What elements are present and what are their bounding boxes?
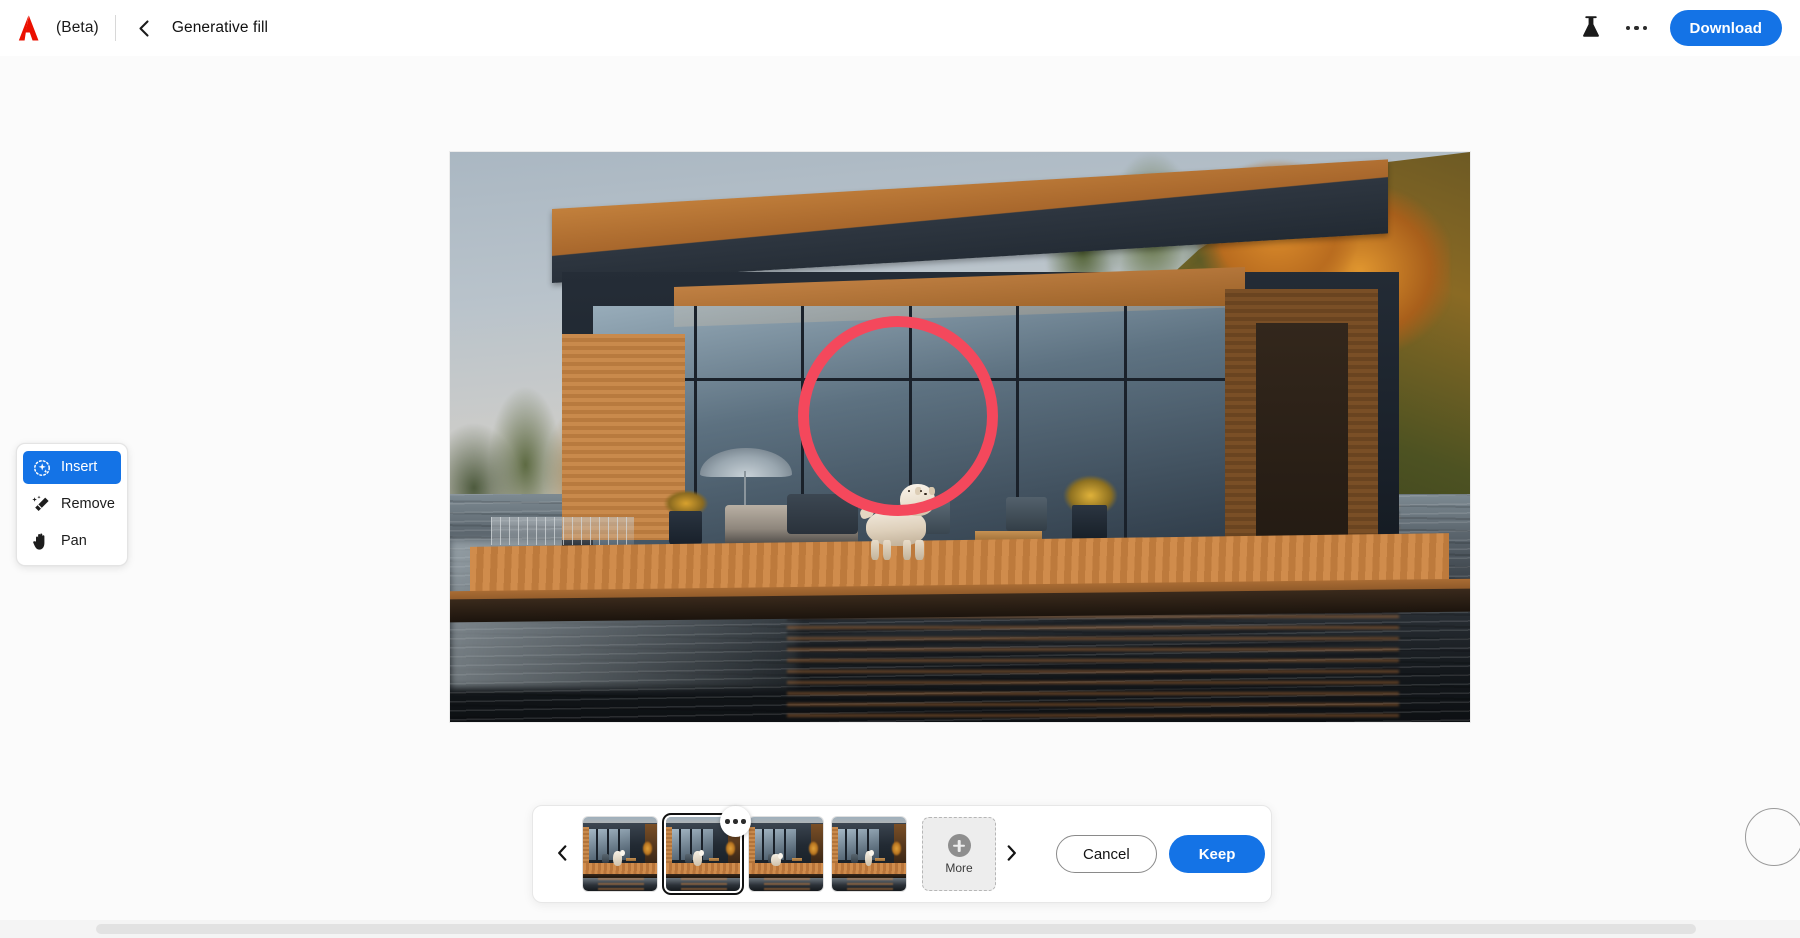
beaker-button[interactable] bbox=[1572, 9, 1610, 47]
tool-remove[interactable]: Remove bbox=[23, 488, 121, 521]
selection-brush-ring bbox=[798, 316, 998, 516]
tool-insert-label: Insert bbox=[61, 459, 98, 476]
variation-thumb-1[interactable] bbox=[583, 817, 657, 891]
keep-button[interactable]: Keep bbox=[1168, 835, 1266, 873]
horizontal-scrollbar-thumb[interactable] bbox=[96, 924, 1696, 934]
tool-insert[interactable]: Insert bbox=[23, 451, 121, 484]
planter-right bbox=[1072, 505, 1107, 543]
variation-thumb-4[interactable] bbox=[832, 817, 906, 891]
app-header: (Beta) Generative fill Download bbox=[0, 0, 1800, 56]
beaker-icon bbox=[1581, 15, 1601, 41]
planter-left bbox=[669, 511, 702, 546]
adobe-logo bbox=[18, 15, 46, 41]
filmstrip-next-button[interactable] bbox=[996, 834, 1026, 874]
image-canvas[interactable] bbox=[450, 152, 1470, 722]
variation-options-badge[interactable] bbox=[720, 806, 751, 837]
wood-panel-shadow bbox=[1255, 323, 1348, 540]
more-label: More bbox=[945, 861, 973, 875]
header-divider bbox=[114, 15, 116, 41]
back-button[interactable] bbox=[130, 14, 158, 42]
plus-circle-icon bbox=[947, 834, 971, 857]
sparkle-circle-icon bbox=[32, 458, 51, 477]
deck-railing bbox=[490, 516, 634, 546]
horizontal-scrollbar[interactable] bbox=[0, 920, 1800, 938]
variation-thumb-2[interactable] bbox=[666, 806, 751, 891]
brush-cursor-circle bbox=[1745, 808, 1800, 866]
interior-chair-right bbox=[1005, 496, 1047, 532]
header-actions: Download bbox=[1572, 9, 1782, 47]
canvas-area[interactable] bbox=[0, 56, 1800, 916]
variation-thumbnails bbox=[583, 806, 906, 891]
variations-filmstrip: More Cancel Keep bbox=[532, 805, 1272, 903]
filmstrip-actions: Cancel Keep bbox=[1056, 835, 1266, 873]
tool-pan-label: Pan bbox=[61, 533, 87, 550]
more-horizontal-icon bbox=[1625, 25, 1648, 31]
tool-pan[interactable]: Pan bbox=[23, 525, 121, 558]
lakehouse-photo bbox=[450, 152, 1470, 722]
page-title: Generative fill bbox=[171, 19, 269, 36]
filmstrip-prev-button[interactable] bbox=[547, 834, 577, 874]
variation-thumb-3[interactable] bbox=[749, 817, 823, 891]
tool-remove-label: Remove bbox=[61, 496, 115, 513]
chevron-left-icon bbox=[138, 19, 150, 37]
cancel-button[interactable]: Cancel bbox=[1056, 835, 1157, 873]
brand-group: (Beta) bbox=[18, 15, 99, 41]
tool-panel: Insert Remove Pan bbox=[16, 443, 128, 566]
more-variations-button[interactable]: More bbox=[922, 817, 996, 891]
chevron-right-icon bbox=[1006, 844, 1017, 864]
download-button[interactable]: Download bbox=[1669, 10, 1782, 46]
chevron-left-icon bbox=[557, 844, 568, 864]
more-options-button[interactable] bbox=[1618, 9, 1656, 47]
magic-eraser-icon bbox=[32, 495, 51, 514]
beta-label: (Beta) bbox=[56, 19, 99, 36]
hand-icon bbox=[32, 532, 51, 551]
